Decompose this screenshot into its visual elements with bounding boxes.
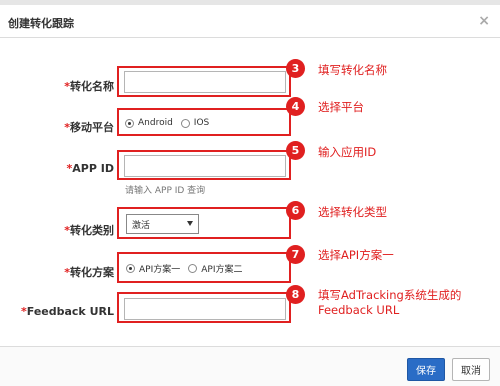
field-label-platform: *移动平台 bbox=[64, 121, 114, 134]
field-label-feedback-url: *Feedback URL bbox=[20, 305, 114, 318]
annotation-text-8-line2: Feedback URL bbox=[318, 303, 400, 317]
annotation-text-3: 填写转化名称 bbox=[318, 63, 387, 77]
annotation-box-6 bbox=[117, 207, 291, 239]
annotation-text-5: 输入应用ID bbox=[318, 145, 377, 159]
annotation-box-7 bbox=[117, 252, 291, 283]
annotation-box-3 bbox=[117, 66, 291, 97]
field-label-app-id: *APP ID bbox=[66, 162, 114, 175]
field-label-scheme: *转化方案 bbox=[64, 266, 114, 279]
annotation-badge-6: 6 bbox=[286, 201, 305, 220]
annotation-box-5 bbox=[117, 150, 291, 180]
save-button[interactable]: 保存 bbox=[407, 358, 445, 381]
close-icon[interactable]: × bbox=[478, 14, 490, 28]
annotation-text-8: 填写AdTracking系统生成的 bbox=[318, 288, 462, 302]
annotation-badge-8: 8 bbox=[286, 285, 305, 304]
field-label-name: *转化名称 bbox=[64, 80, 114, 93]
annotation-badge-7: 7 bbox=[286, 245, 305, 264]
dialog-header: 创建转化跟踪 × bbox=[0, 5, 500, 38]
app-id-hint: 请输入 APP ID 查询 bbox=[125, 186, 206, 196]
annotation-badge-3: 3 bbox=[286, 59, 305, 78]
annotation-box-4 bbox=[117, 108, 291, 136]
annotation-box-8 bbox=[117, 292, 291, 323]
annotation-text-6: 选择转化类型 bbox=[318, 205, 387, 219]
field-label-category: *转化类别 bbox=[64, 224, 114, 237]
dialog-title: 创建转化跟踪 bbox=[8, 17, 74, 30]
cancel-button[interactable]: 取消 bbox=[452, 358, 490, 381]
annotation-badge-4: 4 bbox=[286, 97, 305, 116]
annotation-badge-5: 5 bbox=[286, 141, 305, 160]
annotation-text-4: 选择平台 bbox=[318, 100, 364, 114]
annotation-text-7: 选择API方案一 bbox=[318, 248, 394, 262]
